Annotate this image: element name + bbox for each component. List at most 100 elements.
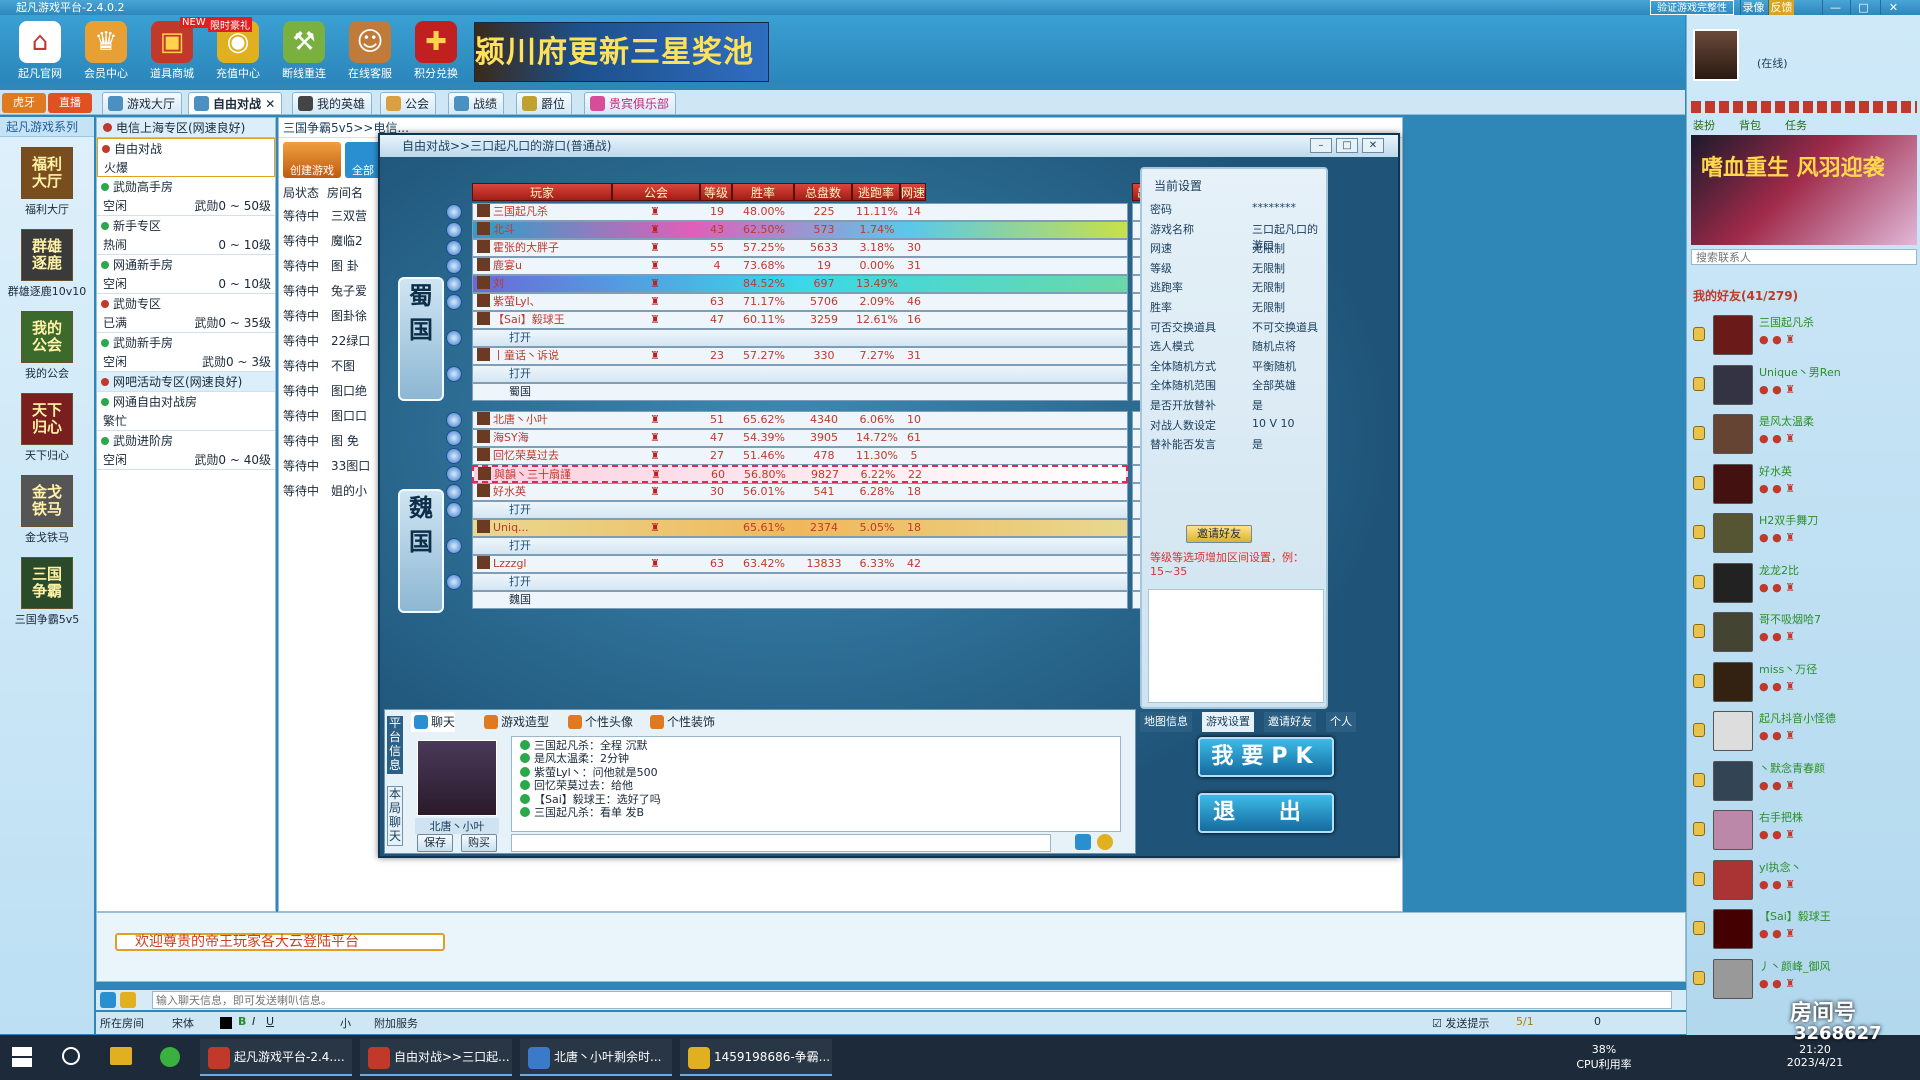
browser-icon[interactable] — [160, 1047, 180, 1067]
slot-toggle-icon[interactable] — [446, 484, 462, 500]
player-slot[interactable]: 打开 — [472, 501, 1128, 519]
gw-minimize-button[interactable]: – — [1310, 138, 1332, 153]
player-slot[interactable]: 北斗 ♜ 43 62.50% 573 1.74% — [472, 221, 1128, 239]
friend-item[interactable]: Unique丶男Ren ● ● ♜ — [1687, 361, 1920, 409]
tab-game-lobby[interactable]: 游戏大厅 — [102, 92, 183, 114]
task-link[interactable]: 任务 — [1785, 117, 1807, 133]
friend-item[interactable]: 好水英 ● ● ♜ — [1687, 460, 1920, 508]
player-slot[interactable]: 【Sai】毅球王 ♜ 47 60.11% 3259 12.61% 16 — [472, 311, 1128, 329]
color-picker[interactable] — [220, 1017, 232, 1029]
invite-friends-button[interactable]: 邀请好友 — [1186, 525, 1252, 543]
friend-item[interactable]: 三国起凡杀 ● ● ♜ — [1687, 311, 1920, 359]
room-scope-select[interactable]: 所在房间 — [100, 1015, 144, 1031]
room-item[interactable]: 新手专区 热闹 0 ~ 10级 — [97, 216, 275, 255]
explorer-icon[interactable] — [110, 1047, 132, 1065]
friend-item[interactable]: 是风太温柔 ● ● ♜ — [1687, 410, 1920, 458]
decoration-tab[interactable]: 个性装饰 — [647, 712, 715, 732]
player-slot[interactable]: Uniq... ♜ 65.61% 2374 5.05% 18 — [472, 519, 1128, 537]
room-item[interactable]: 网通自由对战房 繁忙 — [97, 392, 275, 431]
friend-item[interactable]: yl执念丶 ● ● ♜ — [1687, 856, 1920, 904]
game-item-guild[interactable]: 我的 公会 我的公会 — [0, 311, 94, 381]
taskbar-item-game[interactable]: 1459198686-争霸... — [680, 1039, 832, 1076]
player-slot[interactable]: 三国起凡杀 ♜ 19 48.00% 225 11.11% 14 — [472, 203, 1128, 221]
verify-button[interactable]: 验证游戏完整性 — [1650, 0, 1734, 15]
slot-toggle-icon[interactable] — [446, 502, 462, 518]
emoji-icon[interactable] — [1097, 834, 1113, 850]
search-icon[interactable] — [62, 1047, 80, 1065]
pk-button[interactable]: 我要PK — [1198, 737, 1334, 777]
slot-toggle-icon[interactable] — [446, 222, 462, 238]
live-tab[interactable]: 直播 — [48, 93, 92, 113]
player-slot[interactable]: 回忆荣莫过去 ♜ 27 51.46% 478 11.30% 5 — [472, 447, 1128, 465]
send-icon[interactable] — [1075, 834, 1091, 850]
taskbar-item-chat[interactable]: 北唐丶小叶剩余时... — [520, 1039, 672, 1076]
chat-tab[interactable]: 聊天 — [411, 712, 456, 732]
friend-item[interactable]: miss丶万径 ● ● ♜ — [1687, 658, 1920, 706]
player-slot[interactable]: 打开 — [472, 329, 1128, 347]
game-item-5v5[interactable]: 三国 争霸 三国争霸5v5 — [0, 557, 94, 627]
all-filter-button[interactable]: 全部 — [345, 142, 381, 178]
horn-icon[interactable] — [120, 992, 136, 1008]
buy-button[interactable]: 购买 — [461, 834, 497, 852]
clock[interactable]: 21:20 2023/4/21 — [1780, 1043, 1850, 1069]
maximize-button[interactable]: □ — [1850, 0, 1876, 15]
slot-toggle-icon[interactable] — [446, 240, 462, 256]
broadcast-input[interactable] — [152, 991, 1672, 1009]
recharge-button[interactable]: ◉ 充值中心 限时豪礼 — [208, 17, 268, 81]
room-item[interactable]: 武勋进阶房 空闲 武勋0 ~ 40级 — [97, 431, 275, 470]
gw-close-button[interactable]: ✕ — [1362, 138, 1384, 153]
slot-toggle-icon[interactable] — [446, 294, 462, 310]
chat-input[interactable] — [511, 834, 1051, 852]
tab-records[interactable]: 战绩 — [448, 92, 505, 114]
contact-search-input[interactable] — [1691, 249, 1917, 265]
size-select[interactable]: 小 — [340, 1015, 351, 1031]
promo-banner[interactable]: 颍川府更新三星奖池 — [474, 22, 769, 82]
room-chat-tab[interactable]: 本局聊天 — [387, 786, 403, 846]
taskbar-item-platform[interactable]: 起凡游戏平台-2.4.... — [200, 1039, 352, 1076]
player-slot[interactable]: 北唐丶小叶 ♜ 51 65.62% 4340 6.06% 10 — [472, 411, 1128, 429]
platform-info-tab[interactable]: 平台信息 — [387, 716, 403, 774]
user-status[interactable]: (在线) — [1757, 55, 1788, 71]
player-slot[interactable]: 好水英 ♜ 30 56.01% 541 6.28% 18 — [472, 483, 1128, 501]
extra-service-select[interactable]: 附加服务 — [374, 1015, 418, 1031]
send-tip-checkbox[interactable]: ☑ 发送提示 — [1432, 1015, 1489, 1031]
font-select[interactable]: 宋体 — [172, 1015, 194, 1031]
costume-tab[interactable]: 游戏造型 — [481, 712, 549, 732]
player-slot[interactable]: Lzzzgl ♜ 63 63.42% 13833 6.33% 42 — [472, 555, 1128, 573]
player-slot[interactable]: 打开 — [472, 573, 1128, 591]
item-shop-button[interactable]: ▣ 道具商城 NEW — [142, 17, 208, 81]
room-item[interactable]: 网通新手房 空闲 0 ~ 10级 — [97, 255, 275, 294]
minimize-button[interactable]: — — [1822, 0, 1848, 15]
start-icon[interactable] — [12, 1047, 32, 1067]
room-item[interactable]: 武勋新手房 空闲 武勋0 ~ 3级 — [97, 333, 275, 372]
room-item[interactable]: 自由对战 火爆 — [97, 138, 275, 177]
slot-toggle-icon[interactable] — [446, 538, 462, 554]
close-button[interactable]: ✕ — [1880, 0, 1906, 15]
tab-vip-club[interactable]: 贵宾俱乐部 — [584, 92, 677, 114]
player-slot[interactable]: 打开 — [472, 537, 1128, 555]
record-button[interactable]: 录像 — [1740, 0, 1766, 15]
italic-button[interactable]: I — [252, 1015, 255, 1028]
slot-toggle-icon[interactable] — [446, 366, 462, 382]
slot-toggle-icon[interactable] — [446, 448, 462, 464]
gw-maximize-button[interactable]: □ — [1336, 138, 1358, 153]
room-item[interactable]: 武勋高手房 空闲 武勋0 ~ 50级 — [97, 177, 275, 216]
friend-item[interactable]: 龙龙2比 ● ● ♜ — [1687, 559, 1920, 607]
friend-item[interactable]: H2双手舞刀 ● ● ♜ — [1687, 509, 1920, 557]
tab-game-settings[interactable]: 游戏设置 — [1202, 712, 1254, 732]
official-site-button[interactable]: ⌂ 起凡官网 — [10, 21, 70, 81]
tab-map-info[interactable]: 地图信息 — [1140, 712, 1192, 732]
bag-link[interactable]: 背包 — [1739, 117, 1761, 133]
vip-center-button[interactable]: ♛ 会员中心 — [76, 21, 136, 81]
dress-link[interactable]: 装扮 — [1693, 117, 1715, 133]
volume-value[interactable]: 0 — [1594, 1015, 1601, 1028]
reconnect-button[interactable]: ⚒ 断线重连 — [274, 21, 334, 81]
room-item[interactable]: 武勋专区 已满 武勋0 ~ 35级 — [97, 294, 275, 333]
friend-item[interactable]: 右手把株 ● ● ♜ — [1687, 806, 1920, 854]
game-item-10v10[interactable]: 群雄 逐鹿 群雄逐鹿10v10 — [0, 229, 94, 299]
slot-toggle-icon[interactable] — [446, 330, 462, 346]
ad-banner[interactable]: 嗜血重生 风羽迎袭 — [1691, 135, 1917, 245]
game-item-welfare[interactable]: 福利 大厅 福利大厅 — [0, 147, 94, 217]
tab-personal[interactable]: 个人 — [1326, 712, 1356, 732]
bold-button[interactable]: B — [238, 1015, 246, 1028]
